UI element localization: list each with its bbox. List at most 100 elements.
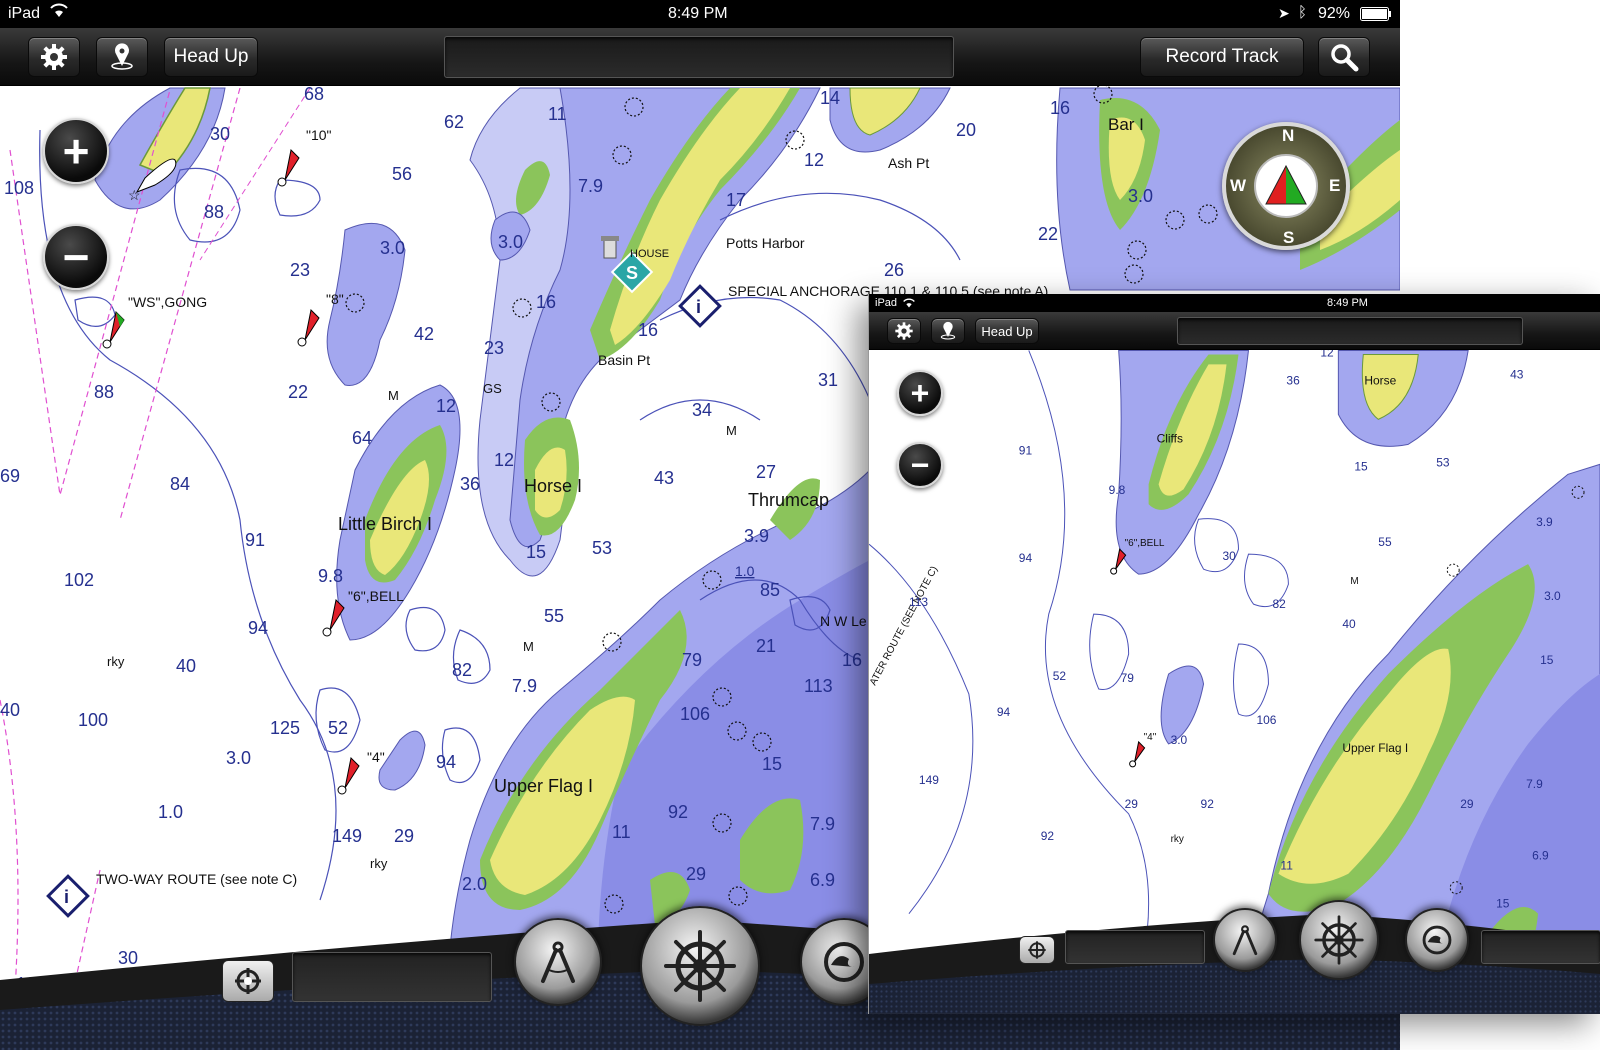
status-bar: iPad 8:49 PM	[869, 294, 1600, 312]
compass-north: N	[1282, 126, 1295, 145]
measure-button[interactable]	[514, 918, 602, 1006]
svg-text:92: 92	[1201, 797, 1215, 811]
chart-label: rky	[370, 856, 388, 871]
compass-rose[interactable]: N S E W	[1222, 122, 1350, 250]
svg-text:85: 85	[760, 580, 780, 600]
svg-text:29: 29	[686, 864, 706, 884]
svg-text:94: 94	[248, 618, 268, 638]
chart-label: "10"	[306, 127, 332, 143]
location-arrow-icon: ➤	[1278, 5, 1290, 21]
island-name: Upper Flag I	[1342, 741, 1408, 755]
island-name: Thrumcap	[748, 490, 829, 510]
zoom-out-button[interactable]: −	[897, 442, 943, 488]
svg-text:17: 17	[726, 190, 746, 210]
record-track-label: Record Track	[1165, 46, 1279, 67]
svg-text:82: 82	[1272, 597, 1286, 611]
waypoint-button[interactable]	[96, 37, 148, 77]
svg-text:3.0: 3.0	[1128, 186, 1153, 206]
svg-text:7.9: 7.9	[810, 814, 835, 834]
gear-icon	[895, 322, 913, 340]
svg-text:88: 88	[204, 202, 224, 222]
chart-label: 1.0	[735, 563, 755, 579]
svg-text:11: 11	[548, 104, 567, 124]
navigation-button[interactable]	[1299, 900, 1379, 980]
compass-east: E	[1329, 176, 1341, 195]
svg-text:3.0: 3.0	[498, 232, 523, 252]
zoom-out-button[interactable]: −	[43, 224, 109, 290]
svg-text:53: 53	[1436, 455, 1450, 469]
plus-icon: +	[910, 374, 930, 411]
navigation-button[interactable]	[640, 906, 760, 1026]
crosshair-icon	[235, 968, 261, 994]
head-up-button[interactable]: Head Up	[164, 37, 258, 77]
place-name: Basin Pt	[598, 352, 650, 368]
svg-text:7.9: 7.9	[1526, 777, 1543, 791]
chart-label: M	[388, 388, 399, 403]
island-name: Horse	[1364, 373, 1396, 387]
info-display	[1065, 930, 1205, 964]
svg-text:11: 11	[612, 822, 631, 842]
wave-icon	[1422, 925, 1452, 955]
chart-label: rky	[107, 654, 125, 669]
svg-text:22: 22	[1038, 224, 1058, 244]
svg-text:30: 30	[210, 124, 230, 144]
star-icon: ☆	[128, 187, 141, 203]
svg-text:69: 69	[0, 466, 20, 486]
svg-text:11: 11	[1280, 859, 1293, 873]
svg-text:42: 42	[414, 324, 434, 344]
place-name: HOUSE	[630, 248, 669, 260]
zoom-in-button[interactable]: +	[43, 118, 109, 184]
svg-text:30: 30	[1223, 549, 1237, 563]
device-label: iPad	[8, 5, 41, 22]
settings-button[interactable]	[28, 37, 80, 77]
svg-text:21: 21	[756, 636, 776, 656]
svg-text:149: 149	[332, 826, 362, 846]
head-up-label: Head Up	[981, 323, 1033, 339]
island-name: Bar I	[1108, 115, 1144, 134]
record-track-button[interactable]: Record Track	[1140, 37, 1304, 77]
battery-icon	[1360, 7, 1392, 26]
search-field[interactable]	[1177, 317, 1523, 345]
search-field[interactable]	[444, 36, 954, 78]
svg-text:36: 36	[1286, 373, 1300, 387]
svg-text:43: 43	[654, 468, 674, 488]
svg-text:91: 91	[1019, 443, 1033, 457]
svg-text:52: 52	[1053, 669, 1067, 683]
chart-screen-secondary: iPad 8:49 PM Head Up Cliffs Horse Upper …	[868, 294, 1600, 1014]
svg-text:3.9: 3.9	[1536, 515, 1553, 529]
note-label: TWO-WAY ROUTE (see note C)	[96, 871, 297, 887]
head-up-button[interactable]: Head Up	[975, 318, 1039, 344]
info-display-right	[1481, 930, 1600, 964]
svg-text:36: 36	[460, 474, 480, 494]
chart-label: M	[1350, 576, 1358, 587]
svg-text:79: 79	[1121, 671, 1135, 685]
tides-button[interactable]	[1405, 908, 1469, 972]
svg-text:27: 27	[756, 462, 776, 482]
head-up-label: Head Up	[173, 46, 249, 67]
compass-south: S	[1283, 228, 1295, 247]
minus-icon: −	[910, 446, 930, 483]
svg-text:43: 43	[1510, 367, 1524, 381]
info-display	[292, 952, 492, 1002]
settings-button[interactable]	[887, 318, 921, 344]
chart-label: "WS",GONG	[128, 294, 207, 310]
place-name: N W Le	[820, 613, 867, 629]
search-button[interactable]	[1318, 37, 1370, 77]
svg-text:40: 40	[176, 656, 196, 676]
chart-label: "4"	[367, 749, 385, 765]
my-location-button[interactable]	[222, 960, 274, 1002]
svg-text:6.9: 6.9	[810, 870, 835, 890]
svg-text:29: 29	[394, 826, 414, 846]
svg-text:3.0: 3.0	[380, 238, 405, 258]
svg-text:15: 15	[762, 754, 782, 774]
place-name: Ash Pt	[888, 155, 929, 171]
svg-text:84: 84	[170, 474, 190, 494]
my-location-button[interactable]	[1019, 936, 1055, 964]
ship-wheel-icon	[1314, 915, 1364, 965]
zoom-in-button[interactable]: +	[897, 370, 943, 416]
search-icon	[1331, 44, 1359, 72]
waypoint-button[interactable]	[931, 318, 965, 344]
measure-button[interactable]	[1213, 908, 1277, 972]
svg-text:16: 16	[842, 650, 862, 670]
svg-text:56: 56	[392, 164, 412, 184]
